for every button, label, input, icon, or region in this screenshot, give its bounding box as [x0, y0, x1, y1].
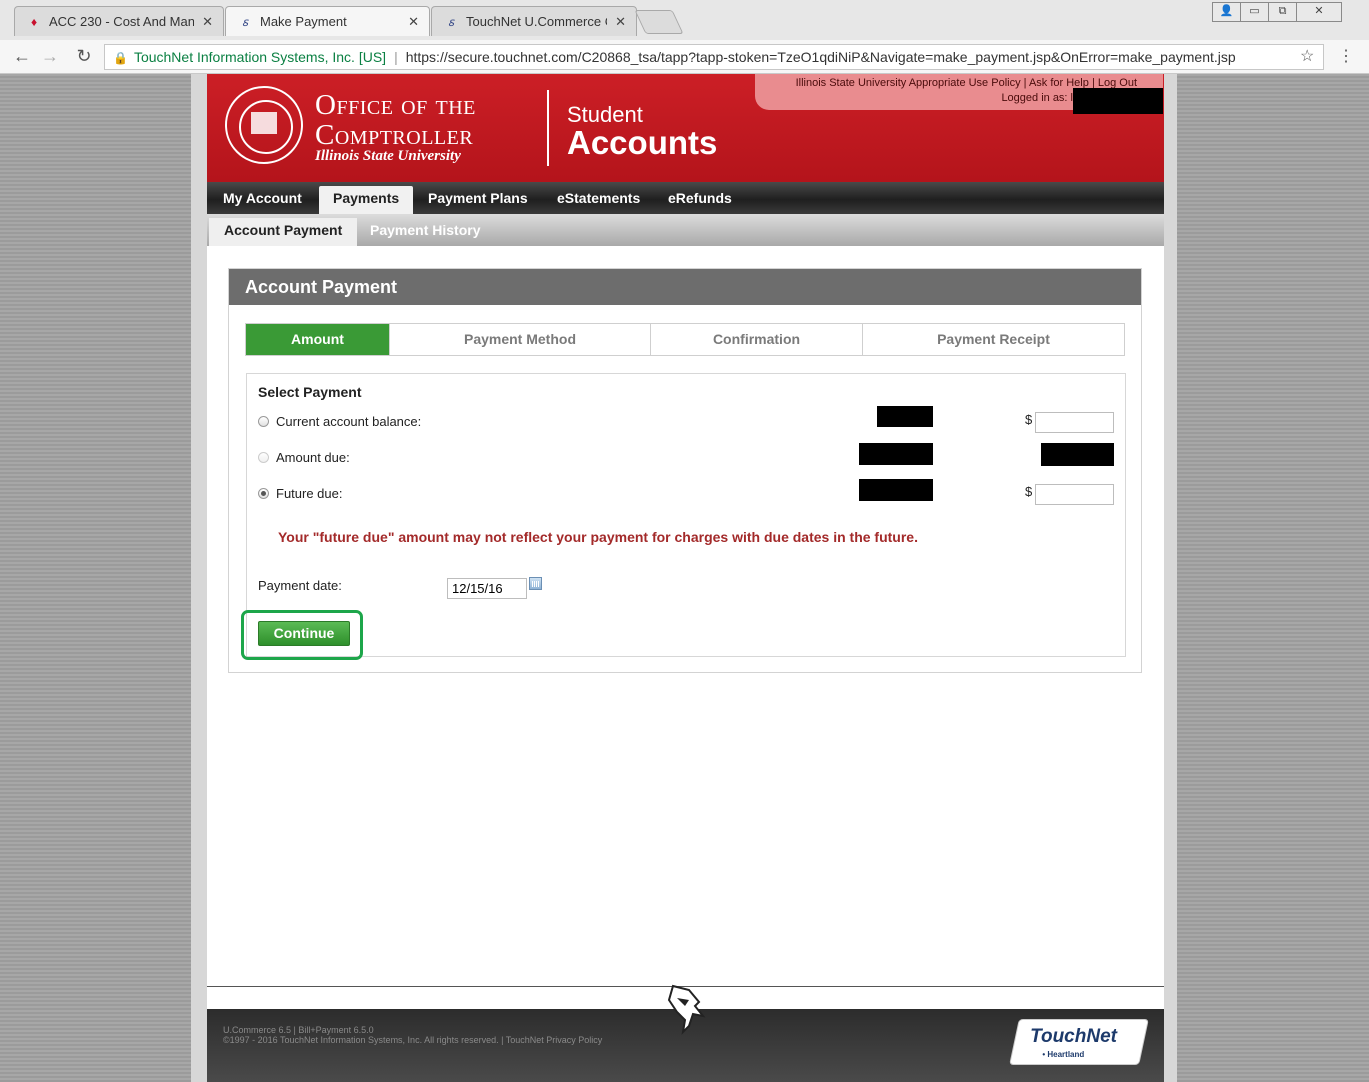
tab-title: ACC 230 - Cost And Man	[49, 14, 195, 29]
future-due-amount-input[interactable]	[1035, 484, 1114, 505]
current-balance-radio[interactable]	[258, 416, 269, 427]
appropriate-use-policy-link[interactable]: Illinois State University Appropriate Us…	[796, 77, 1021, 89]
option-current-balance[interactable]: Current account balance:	[258, 414, 421, 429]
nav-my-account[interactable]: My Account	[223, 182, 302, 214]
close-window-icon[interactable]: ✕	[1296, 2, 1342, 22]
header-divider	[547, 90, 549, 166]
heartland-logo-text: • Heartland	[1042, 1050, 1085, 1059]
browser-tab-make-payment[interactable]: ꟙ Make Payment ✕	[225, 6, 430, 36]
new-tab-button[interactable]	[634, 10, 684, 34]
continue-button[interactable]: Continue	[258, 621, 350, 646]
current-balance-label: Current account balance:	[276, 414, 422, 429]
amount-due-label: Amount due:	[276, 450, 350, 465]
account-payment-panel: Account Payment Amount Payment Method Co…	[228, 268, 1142, 673]
office-line-2: Comptroller	[315, 119, 474, 151]
browser-menu-icon[interactable]: ⋮	[1338, 46, 1354, 66]
tab-title: TouchNet U.Commerce C	[466, 14, 608, 29]
close-tab-icon[interactable]: ✕	[202, 14, 213, 30]
reload-icon[interactable]: ↻	[74, 46, 94, 67]
redbird-mascot-icon	[667, 984, 706, 1035]
site-header: Office of the Comptroller Illinois State…	[207, 74, 1164, 182]
redacted-amount-due	[859, 443, 933, 465]
window-controls: 👤 ▭ ⧉ ✕	[1212, 2, 1342, 22]
option-amount-due[interactable]: Amount due:	[258, 450, 350, 465]
back-arrow-icon[interactable]: ←	[12, 46, 32, 67]
touchnet-favicon-icon: ꟙ	[447, 14, 455, 29]
url-text: https://secure.touchnet.com/C20868_tsa/t…	[405, 49, 1236, 65]
currency-symbol: $	[1025, 484, 1033, 499]
browser-tab-acc230[interactable]: ♦ ACC 230 - Cost And Man ✕	[14, 6, 224, 36]
minimize-icon[interactable]: ▭	[1240, 2, 1269, 22]
office-title: Office of the Comptroller	[315, 90, 476, 150]
nav-erefunds[interactable]: eRefunds	[668, 182, 732, 214]
future-due-warning: Your "future due" amount may not reflect…	[278, 529, 918, 545]
touchnet-favicon-icon: ꟙ	[241, 14, 249, 29]
accounts-label: Accounts	[567, 124, 718, 161]
select-payment-title: Select Payment	[258, 384, 362, 400]
office-line-1: Office of the	[315, 89, 476, 121]
redbird-favicon-icon: ♦	[30, 14, 38, 29]
close-tab-icon[interactable]: ✕	[615, 14, 626, 30]
close-tab-icon[interactable]: ✕	[408, 14, 419, 30]
footer-text: U.Commerce 6.5 | Bill+Payment 6.5.0 ©199…	[223, 1025, 602, 1045]
future-due-label: Future due:	[276, 486, 343, 501]
address-bar: ← → ↻ 🔒 TouchNet Information Systems, Inc…	[0, 40, 1369, 74]
redacted-future-due	[859, 479, 933, 501]
university-name: Illinois State University	[315, 148, 461, 164]
step-amount: Amount	[246, 324, 390, 355]
user-icon[interactable]: 👤	[1212, 2, 1241, 22]
step-payment-method: Payment Method	[390, 324, 651, 355]
lock-icon: 🔒	[113, 51, 128, 65]
future-due-radio[interactable]	[258, 488, 269, 499]
redacted-username	[1073, 88, 1163, 114]
browser-tab-bar: ♦ ACC 230 - Cost And Man ✕ ꟙ Make Paymen…	[0, 0, 1369, 40]
logged-in-text: Logged in as: l	[1001, 92, 1073, 104]
payment-steps: Amount Payment Method Confirmation Payme…	[245, 323, 1125, 356]
utility-links: Illinois State University Appropriate Us…	[755, 74, 1163, 114]
redacted-balance	[877, 406, 933, 427]
step-payment-receipt: Payment Receipt	[937, 331, 1050, 347]
nav-payment-plans[interactable]: Payment Plans	[428, 182, 528, 214]
nav-estatements[interactable]: eStatements	[557, 182, 640, 214]
forward-arrow-icon[interactable]: →	[40, 46, 60, 67]
calendar-icon[interactable]	[529, 577, 542, 590]
amount-due-radio[interactable]	[258, 452, 269, 463]
student-accounts-site: Office of the Comptroller Illinois State…	[207, 74, 1164, 1082]
secure-site-label: TouchNet Information Systems, Inc. [US]	[133, 49, 387, 65]
nav-payments[interactable]: Payments	[319, 186, 414, 214]
current-balance-amount-input[interactable]	[1035, 412, 1114, 433]
subnav-account-payment[interactable]: Account Payment	[209, 218, 358, 246]
university-seal-icon	[225, 86, 303, 164]
footer-version: U.Commerce 6.5 | Bill+Payment 6.5.0	[223, 1025, 374, 1035]
payment-date-label: Payment date:	[258, 578, 342, 593]
option-future-due[interactable]: Future due:	[258, 486, 343, 501]
url-input[interactable]: 🔒 TouchNet Information Systems, Inc. [US]…	[104, 44, 1324, 70]
url-separator: |	[394, 49, 398, 65]
footer-copyright: ©1997 - 2016 TouchNet Information System…	[223, 1035, 603, 1045]
browser-tab-touchnet[interactable]: ꟙ TouchNet U.Commerce C ✕	[431, 6, 637, 36]
restore-icon[interactable]: ⧉	[1268, 2, 1297, 22]
step-confirmation: Confirmation	[651, 324, 863, 355]
primary-nav: My Account Payments Payment Plans eState…	[207, 182, 1164, 214]
payment-date-input[interactable]: 12/15/16	[447, 578, 527, 599]
touchnet-logo: TouchNet • Heartland	[1009, 1019, 1149, 1065]
subnav-payment-history[interactable]: Payment History	[370, 214, 480, 246]
select-payment-form: Select Payment Current account balance: …	[241, 373, 1126, 660]
secondary-nav: Account Payment Payment History	[207, 214, 1164, 246]
touchnet-logo-text: TouchNet	[1030, 1026, 1117, 1047]
redacted-amount-due-field	[1041, 443, 1114, 466]
tab-title: Make Payment	[260, 14, 347, 29]
panel-title: Account Payment	[229, 269, 1141, 305]
bookmark-star-icon[interactable]: ☆	[1300, 46, 1314, 66]
currency-symbol: $	[1025, 412, 1033, 427]
